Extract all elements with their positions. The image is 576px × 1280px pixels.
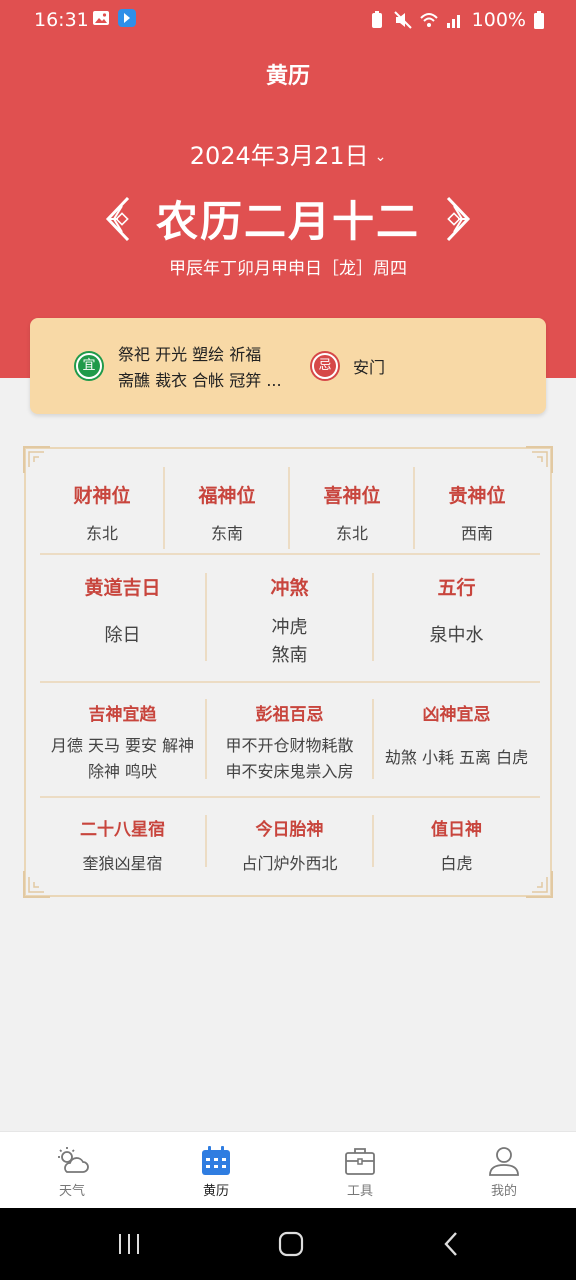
divider <box>205 815 207 867</box>
misc-label: 今日胎神 <box>255 820 324 840</box>
misc-cell: 值日神 白虎 <box>374 815 539 874</box>
divider <box>288 467 290 549</box>
nav-tab-tools[interactable]: 工具 <box>310 1146 410 1199</box>
spirit-value: 月德 天马 要安 解神 除神 鸣吠 <box>50 736 195 781</box>
toolbox-icon <box>345 1148 375 1175</box>
wifi-icon <box>419 13 438 27</box>
misc-value: 奎狼凶星宿 <box>82 854 163 873</box>
weather-icon <box>58 1147 89 1173</box>
misc-value: 白虎 <box>440 854 473 873</box>
god-position-cell: 财神位 东北 <box>40 481 164 544</box>
nav-label: 天气 <box>58 1184 85 1199</box>
yi-badge: 宜 <box>76 353 102 379</box>
next-day-arrow-icon[interactable] <box>446 196 472 242</box>
spirit-value: 劫煞 小耗 五离 白虎 <box>384 748 529 767</box>
app-notification-icon <box>118 9 136 27</box>
mute-icon <box>393 11 412 29</box>
ganzhi-date: 甲辰年丁卯月甲申日［龙］周四 <box>169 259 407 279</box>
battery-percent: 100% <box>471 9 526 31</box>
back-icon[interactable] <box>442 1231 460 1257</box>
god-position-cell: 福神位 东南 <box>165 481 289 544</box>
date-picker[interactable]: 2024年3月21日 ⌄ <box>0 136 576 171</box>
misc-value: 占门炉外西北 <box>241 854 338 873</box>
day-info-value: 泉中水 <box>429 625 484 646</box>
divider <box>40 681 540 683</box>
page-title: 黄历 <box>265 64 310 89</box>
day-info-value: 冲虎 煞南 <box>271 617 308 666</box>
battery-icon <box>534 11 544 29</box>
nav-tab-weather[interactable]: 天气 <box>22 1146 122 1199</box>
bottom-nav: 天气 黄历 工具 我的 <box>0 1131 576 1208</box>
spirit-cell: 吉神宜趋 月德 天马 要安 解神 除神 鸣吠 <box>40 700 205 785</box>
spirit-value: 甲不开仓财物耗散 申不安床鬼祟入房 <box>225 736 354 781</box>
nav-tab-profile[interactable]: 我的 <box>454 1146 554 1199</box>
misc-cell: 今日胎神 占门炉外西北 <box>207 815 372 874</box>
god-position-label: 喜神位 <box>323 485 381 507</box>
god-position-cell: 贵神位 西南 <box>415 481 539 544</box>
nav-label: 黄历 <box>202 1184 229 1199</box>
spirit-cell: 彭祖百忌 甲不开仓财物耗散 申不安床鬼祟入房 <box>207 700 372 785</box>
spirit-label: 吉神宜趋 <box>88 705 157 725</box>
status-time: 16:31 <box>34 9 89 31</box>
system-nav-bar <box>0 1208 576 1280</box>
chevron-down-icon: ⌄ <box>374 149 387 165</box>
lunar-date-row: 农历二月十二 <box>0 188 576 249</box>
misc-label: 二十八星宿 <box>80 820 165 840</box>
yi-line-1: 祭祀 开光 塑绘 祈福 <box>118 345 262 364</box>
previous-day-arrow-icon[interactable] <box>104 196 130 242</box>
day-info-label: 五行 <box>437 577 476 599</box>
battery-saver-icon <box>371 11 382 28</box>
divider <box>372 573 374 661</box>
status-bar: 16:31 100% <box>0 0 576 42</box>
yi-line-2: 斋醮 裁衣 合帐 冠笄 ... <box>118 371 282 390</box>
ji-list: 安门 <box>353 358 386 377</box>
lunar-date: 农历二月十二 <box>155 197 420 246</box>
user-icon <box>489 1147 519 1176</box>
divider <box>205 699 207 779</box>
divider <box>40 796 540 798</box>
divider <box>40 553 540 555</box>
god-position-value: 西南 <box>460 524 493 543</box>
divider <box>372 699 374 779</box>
god-position-label: 贵神位 <box>448 485 506 507</box>
day-info-label: 冲煞 <box>270 577 309 599</box>
spirit-cell: 凶神宜忌 劫煞 小耗 五离 白虎 <box>374 700 539 771</box>
misc-label: 值日神 <box>431 820 482 840</box>
day-info-cell: 黄道吉日 除日 <box>40 573 205 650</box>
god-position-label: 福神位 <box>198 485 256 507</box>
nav-label: 工具 <box>346 1184 373 1199</box>
yi-list: 祭祀 开光 塑绘 祈福 斋醮 裁衣 合帐 冠笄 ... <box>118 342 298 394</box>
divider <box>163 467 165 549</box>
day-info-cell: 冲煞 冲虎 煞南 <box>207 573 372 670</box>
ji-badge: 忌 <box>312 353 338 379</box>
god-position-value: 东北 <box>335 524 368 543</box>
almanac-info-panel: 财神位 东北 福神位 东南 喜神位 东北 贵神位 西南 黄道吉日 除日 冲煞 冲… <box>23 446 553 898</box>
god-position-value: 东北 <box>85 524 118 543</box>
nav-tab-almanac[interactable]: 黄历 <box>166 1146 266 1199</box>
gallery-icon <box>93 11 109 25</box>
day-info-value: 除日 <box>104 625 141 646</box>
god-position-cell: 喜神位 东北 <box>290 481 414 544</box>
calendar-icon <box>202 1146 230 1175</box>
divider <box>205 573 207 661</box>
spirit-label: 彭祖百忌 <box>255 705 324 725</box>
divider <box>413 467 415 549</box>
home-icon[interactable] <box>278 1231 304 1257</box>
god-position-value: 东南 <box>210 524 243 543</box>
yiji-card[interactable]: 宜 祭祀 开光 塑绘 祈福 斋醮 裁衣 合帐 冠笄 ... 忌 安门 <box>30 318 546 414</box>
day-info-cell: 五行 泉中水 <box>374 573 539 650</box>
corner-ornament-icon <box>23 446 50 473</box>
divider <box>372 815 374 867</box>
day-info-label: 黄道吉日 <box>84 577 161 599</box>
recent-apps-icon[interactable] <box>117 1232 143 1256</box>
signal-icon <box>446 15 460 28</box>
spirit-label: 凶神宜忌 <box>422 705 491 725</box>
god-position-label: 财神位 <box>73 485 131 507</box>
nav-label: 我的 <box>490 1184 517 1199</box>
misc-cell: 二十八星宿 奎狼凶星宿 <box>40 815 205 874</box>
corner-ornament-icon <box>526 446 553 473</box>
solar-date: 2024年3月21日 <box>189 142 369 170</box>
